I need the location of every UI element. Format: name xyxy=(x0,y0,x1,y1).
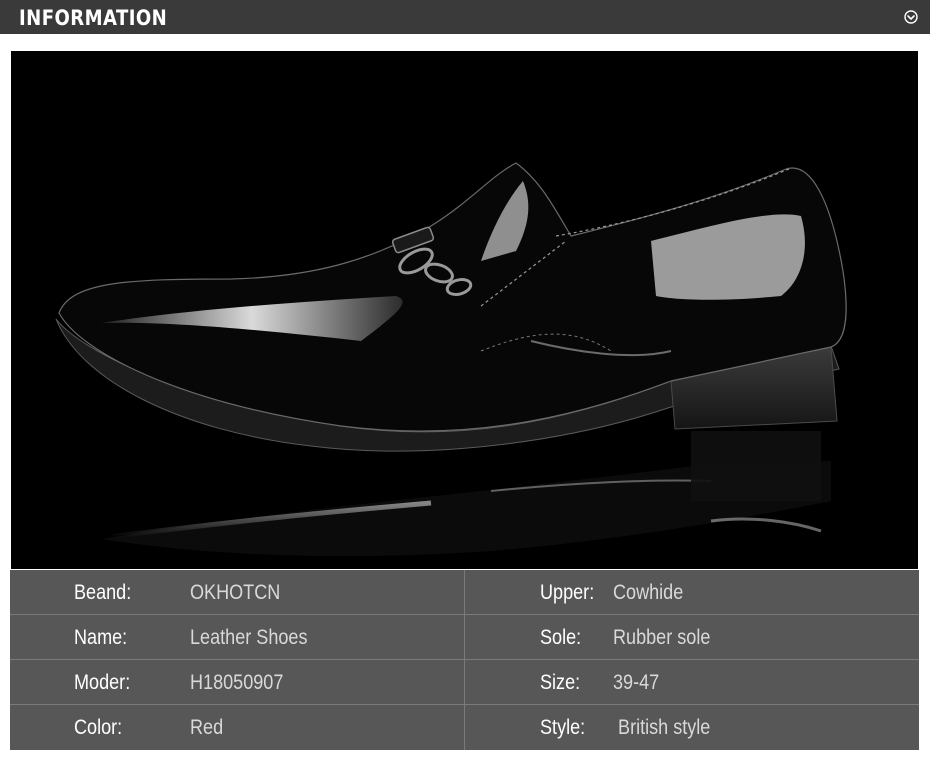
style-value: British style xyxy=(613,716,711,739)
color-value: Red xyxy=(190,716,224,739)
name-label: Name: xyxy=(74,626,128,649)
size-label: Size: xyxy=(540,671,581,694)
brand-value: OKHOTCN xyxy=(190,581,281,604)
section-header: INFORMATION xyxy=(0,0,930,34)
model-label: Moder: xyxy=(74,671,131,694)
chevron-down-circle-icon[interactable] xyxy=(904,10,918,24)
color-label: Color: xyxy=(74,716,123,739)
name-value: Leather Shoes xyxy=(190,626,308,649)
section-title: INFORMATION xyxy=(19,6,168,30)
product-photo xyxy=(11,51,918,569)
model-value: H18050907 xyxy=(190,671,284,694)
size-value: 39-47 xyxy=(613,671,660,694)
brand-label: Beand: xyxy=(74,581,132,604)
upper-value: Cowhide xyxy=(613,581,684,604)
style-label: Style: xyxy=(540,716,586,739)
upper-label: Upper: xyxy=(540,581,595,604)
sole-value: Rubber sole xyxy=(613,626,711,649)
sole-label: Sole: xyxy=(540,626,582,649)
spec-table: Beand: OKHOTCN Upper: Cowhide Name: Leat… xyxy=(10,570,919,750)
column-divider xyxy=(464,570,465,750)
